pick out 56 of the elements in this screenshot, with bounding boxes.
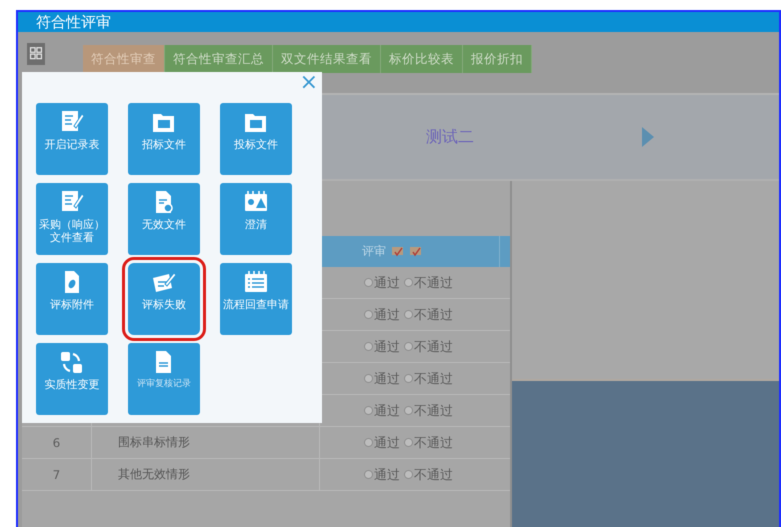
radio-label: 通过: [374, 306, 400, 324]
radio-label: 不通过: [414, 338, 453, 356]
radio-label: 不通过: [414, 402, 453, 420]
radio-button[interactable]: [404, 438, 413, 447]
radio-label: 通过: [374, 434, 400, 452]
radio-button[interactable]: [364, 438, 373, 447]
table-cell: 其他无效情形: [118, 466, 190, 483]
menu-tile[interactable]: 无效文件: [128, 183, 200, 255]
radio-button[interactable]: [404, 310, 413, 319]
menu-tile[interactable]: 流程回查申请: [220, 263, 292, 335]
radio-label: 不通过: [414, 466, 453, 484]
tab[interactable]: 符合性审查汇总: [165, 45, 273, 73]
row-number: 6: [52, 436, 60, 450]
menu-tile[interactable]: 实质性变更: [36, 343, 108, 415]
grid-menu-icon[interactable]: [27, 43, 45, 65]
radio-button[interactable]: [404, 406, 413, 415]
radio-label: 通过: [374, 274, 400, 292]
window-title: 符合性评审: [35, 13, 111, 31]
radio-button[interactable]: [364, 470, 373, 479]
radio-button[interactable]: [364, 406, 373, 415]
menu-tile[interactable]: 评审复核记录: [128, 343, 200, 415]
column-header: 评审: [362, 243, 386, 260]
close-button[interactable]: ×: [298, 72, 320, 94]
menu-tile[interactable]: 招标文件: [128, 103, 200, 175]
radio-label: 通过: [374, 370, 400, 388]
radio-button[interactable]: [404, 342, 413, 351]
tab[interactable]: 标价比较表: [381, 45, 463, 73]
radio-button[interactable]: [364, 310, 373, 319]
menu-tile[interactable]: 澄清: [220, 183, 292, 255]
check-all-icon[interactable]: [392, 246, 404, 257]
tab[interactable]: 报价折扣: [463, 45, 532, 73]
radio-button[interactable]: [364, 278, 373, 287]
radio-label: 不通过: [414, 370, 453, 388]
next-arrow-icon[interactable]: [642, 127, 654, 147]
check-all-icon[interactable]: [410, 246, 422, 257]
radio-button[interactable]: [404, 470, 413, 479]
menu-tile[interactable]: 开启记录表: [36, 103, 108, 175]
radio-button[interactable]: [364, 342, 373, 351]
row-number: 7: [52, 468, 60, 482]
menu-tile[interactable]: 评标失败: [128, 263, 200, 335]
radio-label: 不通过: [414, 434, 453, 452]
radio-label: 通过: [374, 466, 400, 484]
radio-label: 通过: [374, 402, 400, 420]
tab[interactable]: 双文件结果查看: [273, 45, 381, 73]
radio-button[interactable]: [404, 278, 413, 287]
radio-label: 不通过: [414, 306, 453, 324]
tab[interactable]: 符合性审查: [83, 45, 165, 73]
radio-button[interactable]: [404, 374, 413, 383]
table-cell: 围标串标情形: [118, 434, 190, 451]
menu-tile[interactable]: 采购（响应）文件查看: [36, 183, 108, 255]
radio-label: 不通过: [414, 274, 453, 292]
menu-tile[interactable]: 投标文件: [220, 103, 292, 175]
radio-label: 通过: [374, 338, 400, 356]
banner-title: 测试二: [426, 126, 475, 148]
menu-tile[interactable]: 评标附件: [36, 263, 108, 335]
radio-button[interactable]: [364, 374, 373, 383]
